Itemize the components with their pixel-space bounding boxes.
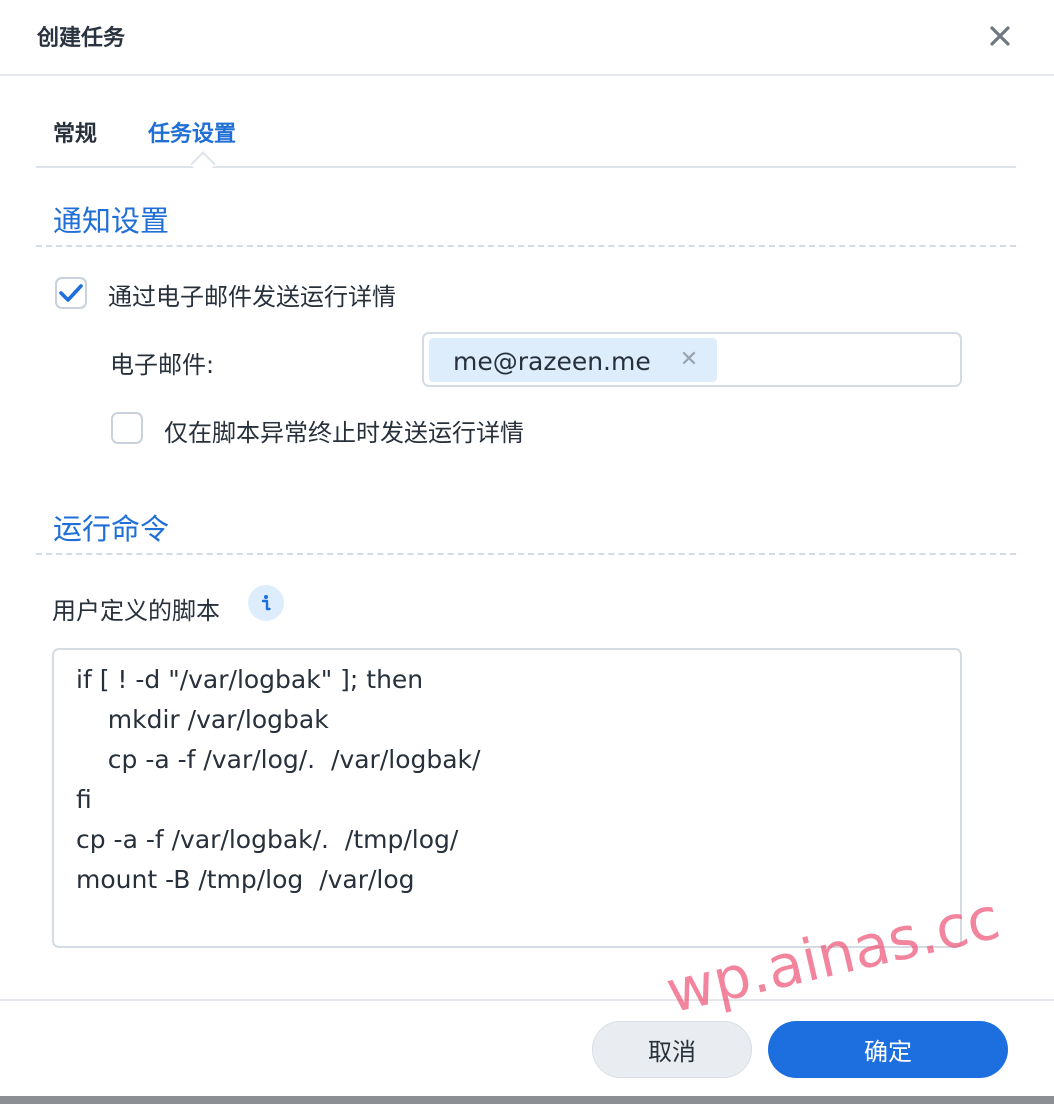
tab-task-settings[interactable]: 任务设置 xyxy=(148,116,236,148)
checkmark-icon xyxy=(59,284,83,302)
send-email-label: 通过电子邮件发送运行详情 xyxy=(108,283,396,311)
create-task-dialog: 创建任务 常规 任务设置 通知设置 通过电子邮件发送运行详情 电子邮件: me@… xyxy=(0,0,1054,1104)
active-tab-indicator xyxy=(190,151,216,177)
tab-bar: 常规 任务设置 xyxy=(36,110,1016,177)
dialog-title: 创建任务 xyxy=(37,26,126,51)
send-email-checkbox[interactable] xyxy=(55,277,87,309)
email-chip: me@razeen.me ✕ xyxy=(429,338,717,382)
only-on-error-label: 仅在脚本异常终止时发送运行详情 xyxy=(164,419,524,447)
notification-section-title: 通知设置 xyxy=(53,204,170,238)
script-line: cp -a -f /var/log/. /var/logbak/ xyxy=(76,745,481,774)
dialog-title-bar: 创建任务 xyxy=(0,0,1054,76)
email-chip-text: me@razeen.me xyxy=(453,347,651,376)
script-textarea[interactable]: if [ ! -d "/var/logbak" ]; then mkdir /v… xyxy=(52,648,962,948)
close-button[interactable] xyxy=(982,18,1018,54)
cancel-button[interactable]: 取消 xyxy=(592,1021,752,1078)
script-line: mount -B /tmp/log /var/log xyxy=(76,865,415,894)
script-line: if [ ! -d "/var/logbak" ]; then xyxy=(76,665,424,694)
ok-button[interactable]: 确定 xyxy=(768,1021,1008,1078)
close-icon xyxy=(990,26,1010,46)
info-glyph-icon xyxy=(261,595,271,611)
email-label: 电子邮件: xyxy=(110,351,215,379)
tab-general[interactable]: 常规 xyxy=(53,116,97,148)
script-label: 用户定义的脚本 xyxy=(52,597,220,625)
dialog-footer: 取消 确定 xyxy=(0,999,1054,1098)
section-divider xyxy=(36,553,1016,555)
script-line: cp -a -f /var/logbak/. /tmp/log/ xyxy=(76,825,459,854)
section-divider xyxy=(36,245,1016,247)
remove-email-icon[interactable]: ✕ xyxy=(677,345,701,375)
email-input[interactable]: me@razeen.me ✕ xyxy=(422,332,962,387)
info-icon[interactable] xyxy=(248,585,284,621)
only-on-error-checkbox[interactable] xyxy=(111,412,143,444)
script-line: fi xyxy=(76,785,92,814)
command-section-title: 运行命令 xyxy=(53,512,170,546)
script-line: mkdir /var/logbak xyxy=(76,705,329,734)
